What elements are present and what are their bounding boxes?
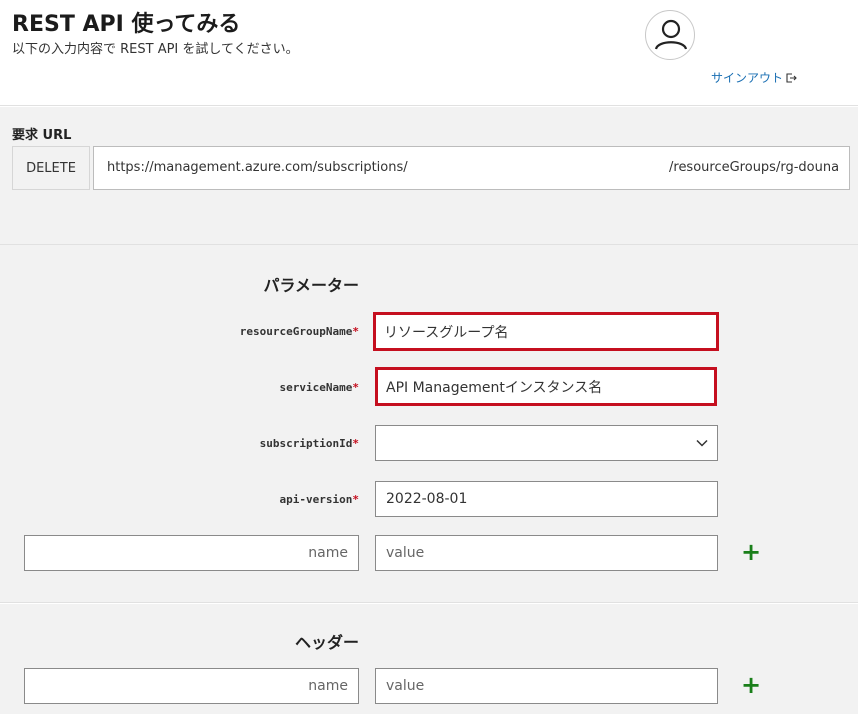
api-version-value: 2022-08-01 xyxy=(386,491,468,507)
service-name-input[interactable]: API Managementインスタンス名 xyxy=(375,367,717,406)
subscription-id-select[interactable] xyxy=(375,425,718,461)
headers-title: ヘッダー xyxy=(294,633,359,652)
api-version-input[interactable]: 2022-08-01 xyxy=(375,481,718,517)
url-text-path: /resourceGroups/rg-douna xyxy=(669,160,840,175)
parameters-section: パラメーター resourceGroupName* リソースグループ名 serv… xyxy=(0,245,858,603)
request-url-section: 要求 URL DELETE https://management.azure.c… xyxy=(0,107,858,245)
signout-label: サインアウト xyxy=(711,71,784,85)
page-header: REST API 使ってみる 以下の入力内容で REST API を試してくださ… xyxy=(0,0,858,106)
custom-param-value-placeholder: value xyxy=(386,545,425,561)
headers-section: ヘッダー name value + xyxy=(0,604,858,714)
custom-header-value-input[interactable]: value xyxy=(375,668,718,704)
custom-param-name-placeholder: name xyxy=(308,545,348,561)
resource-group-name-input[interactable]: リソースグループ名 xyxy=(373,312,719,351)
avatar[interactable] xyxy=(645,10,695,60)
resource-group-name-value: リソースグループ名 xyxy=(384,324,509,341)
param-label-api-version: api-version* xyxy=(279,493,359,506)
url-text-base: https://management.azure.com/subscriptio… xyxy=(107,160,408,175)
request-url-label: 要求 URL xyxy=(12,128,72,143)
custom-header-name-input[interactable]: name xyxy=(24,668,359,704)
chevron-down-icon xyxy=(696,439,708,447)
add-header-button[interactable]: + xyxy=(741,673,761,697)
parameters-title: パラメーター xyxy=(263,276,359,295)
custom-header-name-placeholder: name xyxy=(308,678,348,694)
custom-header-value-placeholder: value xyxy=(386,678,425,694)
add-parameter-button[interactable]: + xyxy=(741,540,761,564)
http-method: DELETE xyxy=(12,146,90,190)
request-url-field[interactable]: https://management.azure.com/subscriptio… xyxy=(93,146,850,190)
page-title: REST API 使ってみる xyxy=(12,12,241,37)
page-subtitle: 以下の入力内容で REST API を試してください。 xyxy=(12,42,299,57)
service-name-value: API Managementインスタンス名 xyxy=(386,379,603,396)
custom-param-value-input[interactable]: value xyxy=(375,535,718,571)
signout-icon xyxy=(786,72,797,83)
custom-param-name-input[interactable]: name xyxy=(24,535,359,571)
param-label-resource-group: resourceGroupName* xyxy=(239,325,359,338)
param-label-service-name: serviceName* xyxy=(279,381,359,394)
user-icon xyxy=(654,19,688,50)
param-label-subscription-id: subscriptionId* xyxy=(259,437,359,450)
signout-link[interactable]: サインアウト xyxy=(711,69,797,86)
